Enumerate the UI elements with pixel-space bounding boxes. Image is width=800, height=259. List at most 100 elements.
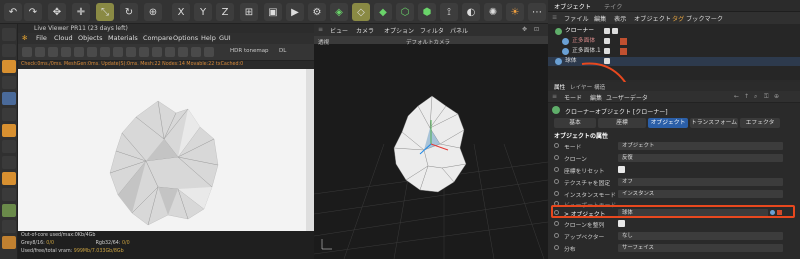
region-render-icon[interactable]: [74, 47, 84, 57]
scale-icon[interactable]: ⤡: [96, 3, 114, 21]
tonemap-dropdown[interactable]: HDR tonemap: [230, 48, 269, 54]
pause-render-icon[interactable]: [48, 47, 58, 57]
tab-transform[interactable]: トランスフォーム: [690, 118, 738, 128]
vp-menu-filter[interactable]: フィルタ: [420, 26, 444, 35]
om-menu-tags[interactable]: タグ: [672, 14, 684, 23]
tab-coordinates[interactable]: 座標: [598, 118, 646, 128]
om-menu-objects[interactable]: オブジェクト: [634, 14, 671, 23]
lock-resolution-icon[interactable]: [126, 47, 136, 57]
keyframe-icon[interactable]: [554, 245, 559, 250]
viewport-maximize-icon[interactable]: ⊡: [534, 26, 539, 33]
lv-menu-file[interactable]: File: [36, 34, 47, 42]
vp-menu-view[interactable]: ビュー: [330, 26, 348, 35]
palette-tool-icon[interactable]: [2, 108, 16, 121]
up-vector-dropdown[interactable]: なし: [618, 232, 783, 240]
gizmo-icon[interactable]: [178, 47, 188, 57]
object-row-cloner[interactable]: クローナー: [548, 27, 800, 36]
mode-dropdown[interactable]: オブジェクト: [618, 142, 783, 150]
tab-takes[interactable]: テイク: [604, 2, 622, 11]
om-menu-edit[interactable]: 編集: [594, 14, 606, 23]
lv-menu-help[interactable]: Help: [201, 34, 216, 42]
mograph-icon[interactable]: ⬡: [396, 3, 414, 21]
reset-coordinates-checkbox[interactable]: [618, 166, 625, 173]
palette-tool-icon[interactable]: [2, 188, 16, 201]
rotate-icon[interactable]: ↻: [120, 3, 138, 21]
nav-back-icon[interactable]: ←: [734, 93, 739, 100]
spline-icon[interactable]: ◇: [352, 3, 370, 21]
vp-menu-options[interactable]: オプション: [384, 26, 414, 35]
lock-icon[interactable]: ⚿: [764, 93, 769, 101]
keyframe-icon[interactable]: [554, 143, 559, 148]
compare-icon[interactable]: [204, 47, 214, 57]
tab-basic[interactable]: 基本: [554, 118, 596, 128]
axis-z-icon[interactable]: Z: [216, 3, 234, 21]
palette-tool-icon[interactable]: [2, 140, 16, 153]
model-mode-icon[interactable]: [2, 60, 16, 73]
visibility-check[interactable]: [604, 28, 610, 34]
om-menu-bookmarks[interactable]: ブックマーク: [686, 14, 723, 23]
live-viewer-scrollbar[interactable]: [306, 69, 314, 231]
vp-menu-camera[interactable]: カメラ: [356, 26, 374, 35]
pick-focus-icon[interactable]: [87, 47, 97, 57]
camera-icon[interactable]: ◐: [462, 3, 480, 21]
pick-material-icon[interactable]: [100, 47, 110, 57]
extra-tool-icon[interactable]: ⋯: [528, 3, 546, 21]
am-menu-userdata[interactable]: ユーザーデータ: [606, 93, 648, 102]
phong-tag-icon[interactable]: [620, 38, 627, 45]
light-bulb-icon[interactable]: ☀: [506, 3, 524, 21]
new-window-icon[interactable]: ⊕: [774, 93, 779, 100]
snap-icon[interactable]: [2, 204, 16, 217]
keyframe-icon[interactable]: [554, 155, 559, 160]
lv-menu-compare[interactable]: Compare: [143, 34, 173, 42]
lv-menu-options[interactable]: Options: [173, 34, 198, 42]
am-menu-mode[interactable]: モード: [564, 93, 582, 102]
lv-menu-materials[interactable]: Materials: [108, 34, 138, 42]
undo-icon[interactable]: ↶: [4, 3, 22, 21]
restart-render-icon[interactable]: [35, 47, 45, 57]
tab-objects[interactable]: オブジェクト: [554, 2, 591, 11]
palette-tool-icon[interactable]: [2, 28, 16, 41]
color-picker-icon[interactable]: [191, 47, 201, 57]
am-menu-icon[interactable]: ≡: [552, 93, 557, 100]
keyframe-icon[interactable]: [554, 179, 559, 184]
nav-up-icon[interactable]: ↑: [744, 93, 749, 100]
palette-tool-icon[interactable]: [2, 220, 16, 233]
live-viewer-render-canvas[interactable]: [18, 69, 314, 231]
fix-texture-dropdown[interactable]: オフ: [618, 178, 783, 186]
lock-icon[interactable]: [2, 236, 16, 249]
am-menu-edit[interactable]: 編集: [590, 93, 602, 102]
zoom-icon[interactable]: [165, 47, 175, 57]
lv-menu-cloud[interactable]: Cloud: [54, 34, 73, 42]
redo-icon[interactable]: ↷: [24, 3, 42, 21]
axis-y-icon[interactable]: Y: [194, 3, 212, 21]
send-scene-icon[interactable]: [22, 47, 32, 57]
lv-menu-objects[interactable]: Objects: [78, 34, 103, 42]
tab-effectors[interactable]: エフェクタ: [740, 118, 780, 128]
settings-icon[interactable]: [152, 47, 162, 57]
lv-menu-gui[interactable]: GUI: [219, 34, 231, 42]
texture-mode-icon[interactable]: [2, 92, 16, 105]
palette-tool-icon[interactable]: [2, 156, 16, 169]
visibility-check[interactable]: [604, 38, 610, 44]
search-icon[interactable]: ⌕: [754, 93, 757, 101]
generator-icon[interactable]: ◆: [374, 3, 392, 21]
align-clone-checkbox[interactable]: [618, 220, 625, 227]
coord-system-icon[interactable]: ⊞: [240, 3, 258, 21]
keyframe-icon[interactable]: [554, 233, 559, 238]
viewport-3d[interactable]: 透視 デフォルトカメラ: [313, 40, 549, 259]
object-row-platonic[interactable]: 正多面体: [548, 37, 800, 46]
palette-tool-icon[interactable]: [2, 76, 16, 89]
tab-structure[interactable]: 構造: [594, 83, 605, 91]
distribution-dropdown[interactable]: サーフェイス: [618, 244, 783, 252]
keyframe-icon[interactable]: [554, 167, 559, 172]
stop-render-icon[interactable]: [61, 47, 71, 57]
instance-mode-dropdown[interactable]: インスタンス: [618, 190, 783, 198]
palette-tool-icon[interactable]: [2, 44, 16, 57]
keyframe-icon[interactable]: [554, 191, 559, 196]
vp-menu-panel[interactable]: パネル: [450, 26, 468, 35]
environment-icon[interactable]: ⟟: [440, 3, 458, 21]
tab-object[interactable]: オブジェクト: [648, 118, 688, 128]
tab-attributes[interactable]: 属性: [554, 83, 565, 91]
point-mode-icon[interactable]: [2, 124, 16, 137]
render-settings-icon[interactable]: ⚙: [308, 3, 326, 21]
